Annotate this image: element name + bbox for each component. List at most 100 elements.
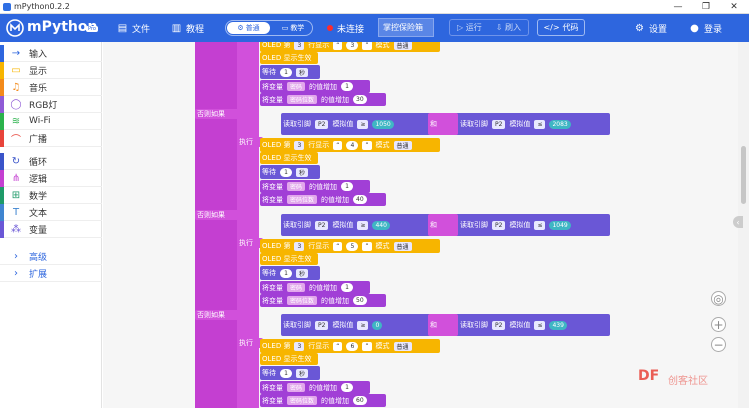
- if-block-backbone[interactable]: [195, 42, 237, 408]
- inc-value-input[interactable]: 1: [341, 383, 354, 392]
- sidebar-item-11[interactable]: › 高级: [0, 248, 102, 265]
- sidebar-item-12[interactable]: › 扩展: [0, 265, 102, 282]
- digits-value-input[interactable]: 30: [353, 95, 367, 104]
- oled-show-line-block[interactable]: OLED 第 3 行显示 “3” 模式 普通: [260, 42, 440, 52]
- sidebar-item-2[interactable]: ♫ 音乐: [0, 78, 102, 96]
- device-name-field[interactable]: 掌控保险箱: [378, 18, 434, 37]
- var-dropdown[interactable]: 密码: [287, 283, 306, 292]
- else-if-label[interactable]: 否则如果: [195, 210, 239, 220]
- sidebar-item-0[interactable]: → 输入: [0, 44, 102, 62]
- inc-value-input[interactable]: 1: [341, 82, 354, 91]
- panel-collapse-handle[interactable]: ‹: [733, 216, 743, 228]
- inc-value-input[interactable]: 1: [341, 182, 354, 191]
- increment-pwd-block[interactable]: 将变量 密码 的值增加 1: [260, 80, 370, 93]
- sidebar-item-7[interactable]: ⋔ 逻辑: [0, 169, 102, 187]
- digits-value-input[interactable]: 50: [353, 296, 367, 305]
- wait-seconds-input[interactable]: 1: [280, 368, 292, 378]
- digits-value-input[interactable]: 60: [353, 396, 367, 405]
- inc-value-input[interactable]: 1: [341, 283, 354, 292]
- wait-seconds-input[interactable]: 1: [280, 67, 292, 77]
- compare-op-dropdown[interactable]: ≥: [357, 320, 369, 330]
- row-dropdown[interactable]: 3: [294, 341, 305, 351]
- increment-digits-block[interactable]: 将变量 密码位数 的值增加 30: [260, 93, 386, 106]
- quote-close[interactable]: ”: [362, 241, 372, 251]
- threshold-low-input[interactable]: 440: [372, 220, 390, 230]
- quote-close[interactable]: ”: [362, 42, 372, 50]
- oled-refresh-block[interactable]: OLED 显示生效: [260, 353, 318, 365]
- quote-open[interactable]: “: [333, 140, 343, 150]
- and-operator[interactable]: 和: [428, 214, 458, 236]
- compare-op-dropdown[interactable]: ≤: [534, 220, 546, 230]
- pin-dropdown[interactable]: P2: [315, 220, 329, 230]
- threshold-high-input[interactable]: 2083: [549, 119, 571, 129]
- row-dropdown[interactable]: 3: [294, 140, 305, 150]
- oled-refresh-block[interactable]: OLED 显示生效: [260, 52, 318, 64]
- pin-dropdown[interactable]: P2: [315, 119, 329, 129]
- wait-block[interactable]: 等待 1 秒: [260, 165, 320, 179]
- unit-dropdown[interactable]: 秒: [296, 67, 309, 77]
- settings-button[interactable]: ⚙ 设置: [634, 21, 667, 35]
- unit-dropdown[interactable]: 秒: [296, 268, 309, 278]
- sidebar-item-10[interactable]: ⁂ 变量: [0, 220, 102, 238]
- sidebar-item-1[interactable]: ▭ 显示: [0, 61, 102, 79]
- var-dropdown[interactable]: 密码: [287, 383, 306, 392]
- row-dropdown[interactable]: 3: [294, 241, 305, 251]
- and-operator[interactable]: 和: [428, 113, 458, 135]
- increment-pwd-block[interactable]: 将变量 密码 的值增加 1: [260, 180, 370, 193]
- minimize-button[interactable]: —: [666, 0, 690, 14]
- scrollbar-thumb[interactable]: [741, 146, 746, 204]
- mode-dropdown[interactable]: 普通: [393, 42, 412, 50]
- unit-dropdown[interactable]: 秒: [296, 167, 309, 177]
- var-dropdown[interactable]: 密码位数: [287, 95, 318, 104]
- threshold-low-input[interactable]: 1050: [372, 119, 394, 129]
- row-dropdown[interactable]: 3: [294, 42, 305, 50]
- login-button[interactable]: ● 登录: [689, 21, 722, 35]
- wait-seconds-input[interactable]: 1: [280, 268, 292, 278]
- pin-dropdown[interactable]: P2: [492, 320, 506, 330]
- sidebar-item-3[interactable]: ◯ RGB灯: [0, 95, 102, 113]
- else-if-label[interactable]: 否则如果: [195, 310, 239, 320]
- display-text-input[interactable]: 5: [346, 241, 359, 251]
- display-text-input[interactable]: 4: [346, 140, 359, 150]
- zoom-in-button[interactable]: +: [711, 317, 726, 332]
- oled-show-line-block[interactable]: OLED 第 3 行显示 “6” 模式 普通: [260, 339, 440, 353]
- mode-dropdown[interactable]: 普通: [393, 341, 412, 351]
- condition-right-block[interactable]: 读取引脚 P2 模拟值 ≤2083: [458, 113, 610, 135]
- mode-dropdown[interactable]: 普通: [393, 140, 412, 150]
- pin-dropdown[interactable]: P2: [492, 119, 506, 129]
- quote-close[interactable]: ”: [362, 341, 372, 351]
- maximize-button[interactable]: ❐: [694, 0, 718, 14]
- sidebar-item-9[interactable]: T 文本: [0, 203, 102, 221]
- mode-normal-tab[interactable]: ⚙ 普通: [227, 22, 270, 34]
- mode-dropdown[interactable]: 普通: [393, 241, 412, 251]
- zoom-out-button[interactable]: −: [711, 337, 726, 352]
- blockly-workspace[interactable]: OLED 第 3 行显示 “3” 模式 普通 OLED 显示生效 等待 1 秒将变量 密码 的值增加 1…: [103, 42, 738, 408]
- wait-seconds-input[interactable]: 1: [280, 167, 292, 177]
- quote-open[interactable]: “: [333, 341, 343, 351]
- compare-op-dropdown[interactable]: ≤: [534, 320, 546, 330]
- sidebar-item-4[interactable]: ≋ Wi-Fi: [0, 112, 102, 130]
- condition-right-block[interactable]: 读取引脚 P2 模拟值 ≤439: [458, 314, 610, 336]
- compare-op-dropdown[interactable]: ≤: [534, 119, 546, 129]
- var-dropdown[interactable]: 密码: [287, 82, 306, 91]
- condition-right-block[interactable]: 读取引脚 P2 模拟值 ≤1049: [458, 214, 610, 236]
- sidebar-item-8[interactable]: ⊞ 数学: [0, 186, 102, 204]
- and-operator[interactable]: 和: [428, 314, 458, 336]
- wait-block[interactable]: 等待 1 秒: [260, 366, 320, 380]
- pin-dropdown[interactable]: P2: [315, 320, 329, 330]
- var-dropdown[interactable]: 密码位数: [287, 396, 318, 405]
- mode-tutor-tab[interactable]: ▭ 教学: [273, 22, 313, 34]
- threshold-high-input[interactable]: 1049: [549, 220, 571, 230]
- sidebar-item-6[interactable]: ↻ 循环: [0, 152, 102, 170]
- compare-op-dropdown[interactable]: ≥: [357, 119, 369, 129]
- flash-button[interactable]: ⇩ 刷入: [496, 22, 521, 33]
- increment-digits-block[interactable]: 将变量 密码位数 的值增加 60: [260, 394, 386, 407]
- increment-pwd-block[interactable]: 将变量 密码 的值增加 1: [260, 281, 370, 294]
- var-dropdown[interactable]: 密码位数: [287, 195, 318, 204]
- threshold-high-input[interactable]: 439: [549, 320, 567, 330]
- quote-open[interactable]: “: [333, 42, 343, 50]
- threshold-low-input[interactable]: 0: [372, 320, 383, 330]
- increment-digits-block[interactable]: 将变量 密码位数 的值增加 50: [260, 294, 386, 307]
- close-button[interactable]: ✕: [722, 0, 746, 14]
- display-text-input[interactable]: 6: [346, 341, 359, 351]
